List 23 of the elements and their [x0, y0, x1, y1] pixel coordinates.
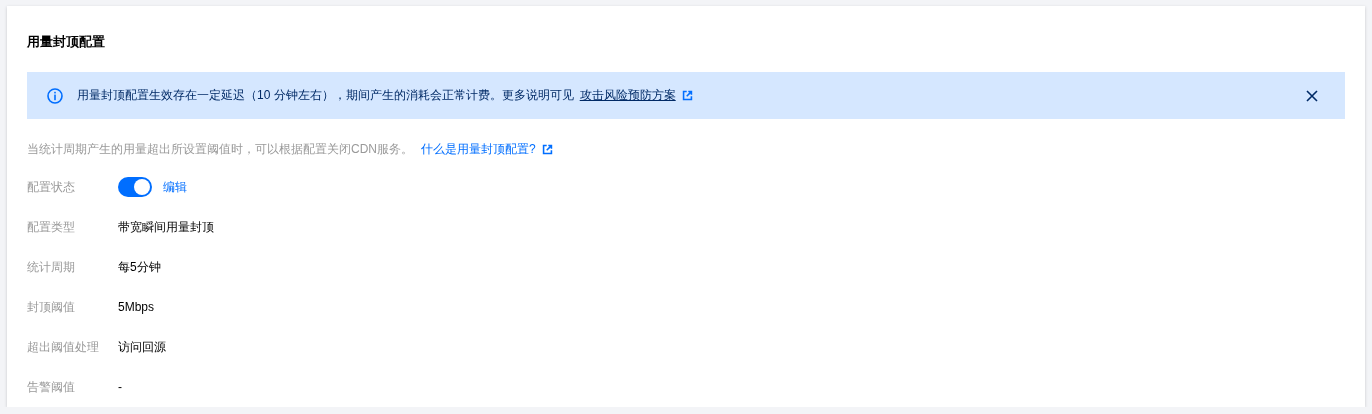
field-label: 告警阈值	[27, 378, 76, 396]
section-title: 用量封顶配置	[27, 33, 106, 51]
description-text: 当统计周期产生的用量超出所设置阈值时，可以根据配置关闭CDN服务。	[27, 141, 413, 157]
external-link-icon	[541, 143, 553, 155]
field-label: 超出阈值处理	[27, 338, 100, 356]
field-label: 封顶阈值	[27, 298, 76, 316]
field-label: 配置类型	[27, 218, 76, 236]
help-link[interactable]: 什么是用量封顶配置?	[421, 141, 536, 157]
edit-link[interactable]: 编辑	[163, 178, 187, 196]
field-label: 统计周期	[27, 258, 76, 276]
field-value: 5Mbps	[118, 300, 155, 314]
field-label: 配置状态	[27, 178, 76, 196]
external-link-icon	[681, 90, 693, 101]
field-value: 每5分钟	[118, 258, 161, 276]
field-value: 访问回源	[118, 338, 166, 356]
notice-text: 用量封顶配置生效存在一定延迟（10 分钟左右），期间产生的消耗会正常计费。更多说明可见	[77, 87, 574, 104]
info-icon	[47, 87, 63, 104]
toggle-switch[interactable]	[118, 177, 152, 197]
close-icon	[1305, 88, 1319, 103]
notice-link[interactable]: 攻击风险预防方案	[579, 87, 676, 104]
close-button[interactable]	[1305, 88, 1319, 103]
field-value: 带宽瞬间用量封顶	[118, 218, 214, 236]
field-value: -	[118, 380, 122, 394]
